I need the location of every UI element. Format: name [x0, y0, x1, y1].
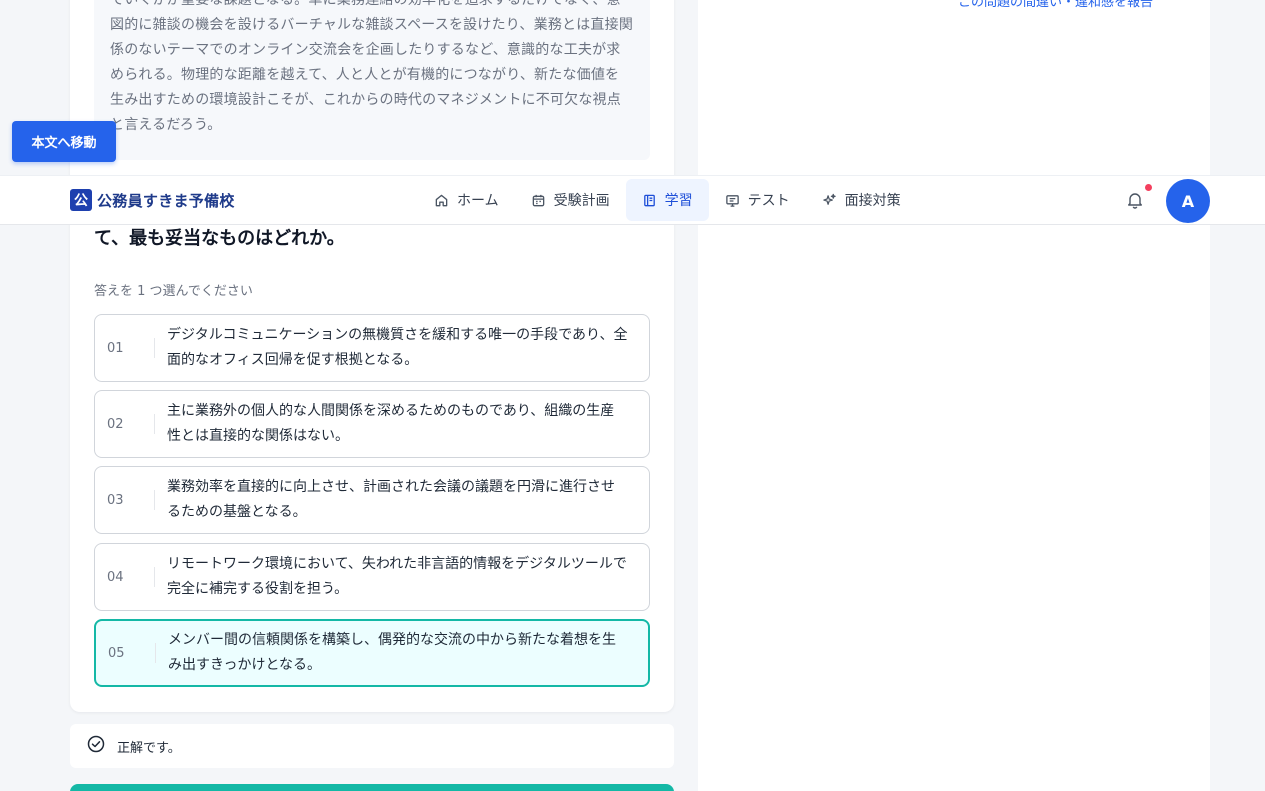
option-line: 業務効率を直接的に向上させ、計画された会議の議題を円滑に進行させ — [167, 479, 615, 495]
calendar-icon — [531, 193, 546, 208]
answer-feedback: 正解です。 — [70, 724, 674, 768]
notification-dot — [1145, 184, 1152, 191]
option-number: 05 — [96, 641, 156, 665]
home-icon — [434, 193, 449, 208]
answer-instruction: 答えを 1 つ選んでください — [94, 284, 253, 299]
passage-text: ていくかが重要な課題となる。単に業務連絡の効率化を追求するだけでなく、意 図的に… — [110, 0, 634, 138]
next-button[interactable] — [70, 784, 674, 791]
feedback-text: 正解です。 — [117, 740, 181, 756]
option-line: リモートワーク環境において、失われた非言語的情報をデジタルツールで — [167, 556, 627, 572]
passage-line: められる。物理的な距離を越えて、人と人とが有機的につながり、新たな価値を — [110, 67, 620, 83]
nav-item-interview[interactable]: 面接対策 — [806, 179, 917, 221]
option-line: るための基盤となる。 — [167, 504, 307, 520]
option-text: デジタルコミュニケーションの無機質さを緩和する唯一の手段であり、全 面的なオフィ… — [155, 323, 637, 373]
passage-line: 生み出すための環境設計こそが、これからの時代のマネジメントに不可欠な視点 — [110, 92, 621, 108]
option-number: 03 — [95, 488, 155, 512]
book-icon — [642, 193, 657, 208]
option-text: 業務効率を直接的に向上させ、計画された会議の議題を円滑に進行させ るための基盤と… — [155, 475, 625, 525]
option-number: 04 — [95, 565, 155, 589]
nav-label: 面接対策 — [844, 193, 901, 209]
option-line: デジタルコミュニケーションの無機質さを緩和する唯一の手段であり、全 — [167, 327, 628, 343]
passage-box: ていくかが重要な課題となる。単に業務連絡の効率化を追求するだけでなく、意 図的に… — [94, 0, 650, 160]
option-line: メンバー間の信頼関係を構築し、偶発的な交流の中から新たな着想を生 — [168, 632, 616, 648]
passage-line: ていくかが重要な課題となる。単に業務連絡の効率化を追求するだけでなく、意 — [110, 0, 621, 8]
answer-option[interactable]: 01 デジタルコミュニケーションの無機質さを緩和する唯一の手段であり、全 面的な… — [94, 314, 650, 382]
nav-label: テスト — [747, 193, 790, 209]
answer-option[interactable]: 02 主に業務外の個人的な人間関係を深めるためのものであり、組織の生産 性とは直… — [94, 390, 650, 458]
nav-item-study[interactable]: 学習 — [625, 179, 709, 221]
option-text: 主に業務外の個人的な人間関係を深めるためのものであり、組織の生産 性とは直接的な… — [155, 399, 624, 449]
notification-bell-icon[interactable] — [1127, 191, 1143, 213]
report-issue-link[interactable]: この問題の間違い・違和感を報告 — [958, 0, 1153, 10]
option-line: み出すきっかけとなる。 — [168, 657, 322, 673]
nav-label: ホーム — [457, 193, 499, 209]
main-nav: ホーム 受験計画 学習 テスト 面接対策 — [418, 179, 917, 221]
top-header: 公 公務員すきま予備校 ホーム 受験計画 学習 テスト 面接対策 A — [0, 175, 1265, 225]
answer-option[interactable]: 04 リモートワーク環境において、失われた非言語的情報をデジタルツールで 完全に… — [94, 543, 650, 611]
option-line: 面的なオフィス回帰を促す根拠となる。 — [167, 352, 419, 368]
passage-line: と言えるだろう。 — [110, 117, 222, 133]
logo-mark-icon: 公 — [70, 189, 92, 211]
option-text: リモートワーク環境において、失われた非言語的情報をデジタルツールで 完全に補完す… — [155, 552, 637, 602]
monitor-icon — [725, 193, 740, 208]
nav-label: 受験計画 — [553, 193, 610, 209]
check-circle-icon — [87, 735, 105, 757]
side-panel — [698, 0, 1210, 791]
sparkle-icon — [822, 193, 837, 208]
answer-option-selected[interactable]: 05 メンバー間の信頼関係を構築し、偶発的な交流の中から新たな着想を生 み出すき… — [94, 619, 650, 687]
nav-item-exam-plan[interactable]: 受験計画 — [515, 179, 626, 221]
option-line: 性とは直接的な関係はない。 — [167, 428, 349, 444]
logo-text: 公務員すきま予備校 — [97, 191, 235, 210]
answer-option[interactable]: 03 業務効率を直接的に向上させ、計画された会議の議題を円滑に進行させ るための… — [94, 466, 650, 534]
question-text: て、最も妥当なものはどれか。 — [94, 228, 345, 249]
passage-line: 係のないテーマでのオンライン交流会を企画したりするなど、意識的な工夫が求 — [110, 42, 621, 58]
nav-label: 学習 — [664, 193, 693, 209]
avatar[interactable]: A — [1166, 179, 1210, 223]
option-line: 主に業務外の個人的な人間関係を深めるためのものであり、組織の生産 — [167, 403, 615, 419]
site-logo[interactable]: 公 公務員すきま予備校 — [70, 189, 235, 211]
option-number: 01 — [95, 336, 155, 360]
option-line: 完全に補完する役割を担う。 — [167, 581, 349, 597]
option-text: メンバー間の信頼関係を構築し、偶発的な交流の中から新たな着想を生 み出すきっかけ… — [156, 628, 626, 678]
passage-line: 図的に雑談の機会を設けるバーチャルな雑談スペースを設けたり、業務とは直接関 — [110, 17, 634, 33]
skip-to-content-link[interactable]: 本文へ移動 — [12, 121, 116, 162]
option-number: 02 — [95, 412, 155, 436]
nav-item-test[interactable]: テスト — [709, 179, 806, 221]
nav-item-home[interactable]: ホーム — [418, 179, 515, 221]
